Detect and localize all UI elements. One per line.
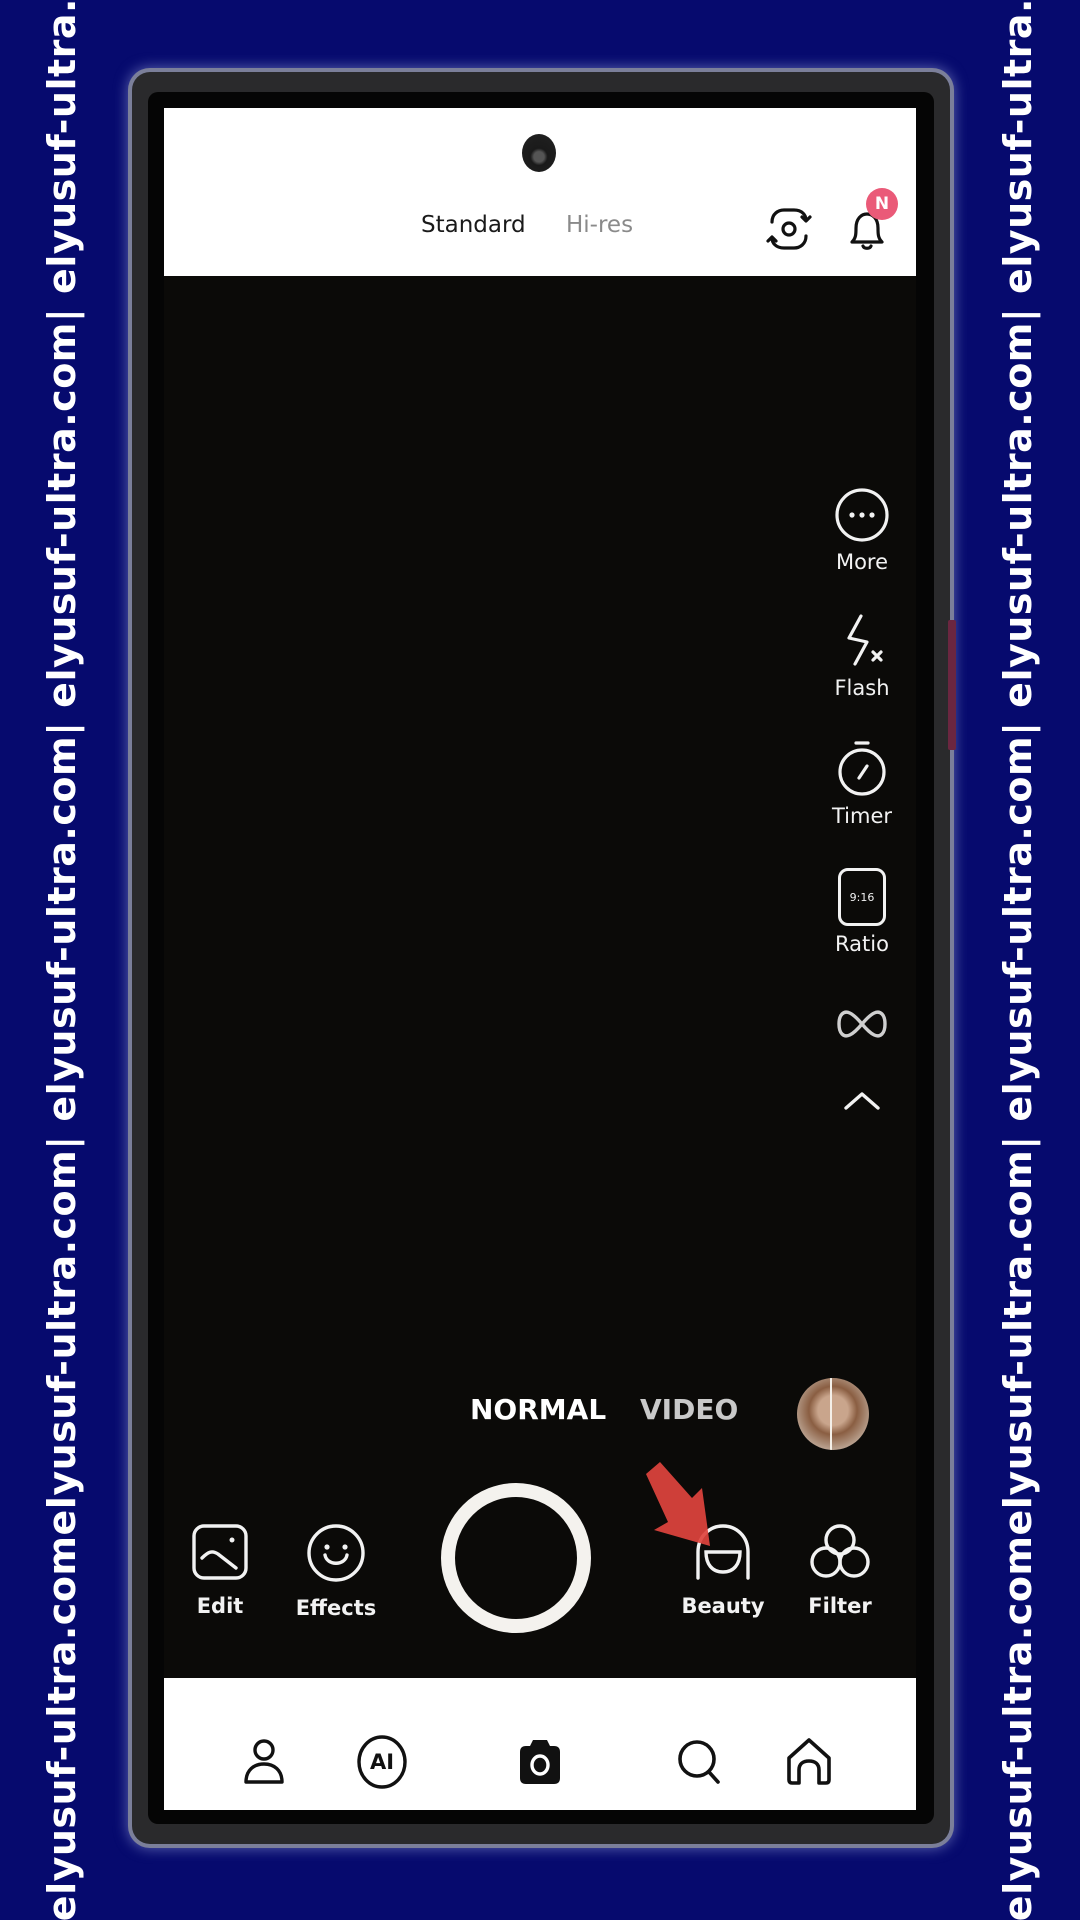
ratio-button[interactable]: 9:16 Ratio bbox=[816, 868, 908, 956]
flip-camera-icon bbox=[766, 208, 812, 250]
timer-label: Timer bbox=[831, 804, 893, 828]
watermark-left: elyusuf-ultra.comelyusuf-ultra.com| elyu… bbox=[22, 0, 102, 1920]
timer-button[interactable]: Timer bbox=[816, 738, 908, 828]
flash-button[interactable]: Flash bbox=[816, 612, 908, 700]
person-icon bbox=[244, 1739, 284, 1784]
filter-icon bbox=[810, 1524, 870, 1578]
edit-image-icon bbox=[192, 1524, 248, 1580]
nav-profile[interactable] bbox=[236, 1734, 292, 1790]
edit-label: Edit bbox=[196, 1594, 244, 1618]
filter-button[interactable]: Filter bbox=[785, 1522, 895, 1618]
more-label: More bbox=[835, 550, 889, 574]
flash-off-icon bbox=[847, 614, 883, 666]
effects-label: Effects bbox=[295, 1596, 377, 1620]
more-button[interactable]: More bbox=[816, 486, 908, 574]
camera-screen: Standard Hi-res N More Flash Timer 9:16 … bbox=[164, 108, 916, 1810]
notification-badge: N bbox=[866, 188, 898, 220]
front-camera-hole bbox=[522, 134, 556, 172]
camera-icon bbox=[520, 1740, 560, 1784]
ratio-value: 9:16 bbox=[849, 890, 875, 904]
more-icon bbox=[835, 488, 889, 542]
shutter-button[interactable] bbox=[441, 1483, 591, 1633]
collapse-controls-button[interactable] bbox=[816, 1088, 908, 1112]
infinity-button[interactable] bbox=[816, 1006, 908, 1042]
flip-camera-button[interactable] bbox=[760, 200, 818, 258]
search-icon bbox=[678, 1740, 720, 1784]
bottom-nav: AI bbox=[164, 1678, 916, 1810]
effects-smiley-icon bbox=[307, 1524, 365, 1582]
chevron-up-icon bbox=[844, 1092, 880, 1110]
filter-label: Filter bbox=[808, 1594, 872, 1618]
watermark-text: elyusuf-ultra.comelyusuf-ultra.com| elyu… bbox=[996, 0, 1040, 1920]
nav-ai[interactable]: AI bbox=[354, 1734, 410, 1790]
nav-search[interactable] bbox=[672, 1734, 728, 1790]
infinity-icon bbox=[837, 1010, 887, 1038]
nav-camera[interactable] bbox=[512, 1734, 568, 1790]
flash-label: Flash bbox=[834, 676, 890, 700]
ai-icon-text: AI bbox=[369, 1750, 395, 1774]
timer-icon bbox=[838, 741, 886, 796]
annotation-arrow bbox=[646, 1462, 710, 1546]
watermark-text: elyusuf-ultra.comelyusuf-ultra.com| elyu… bbox=[40, 0, 84, 1920]
phone-side-button bbox=[948, 620, 956, 750]
edit-button[interactable]: Edit bbox=[165, 1522, 275, 1618]
effects-button[interactable]: Effects bbox=[281, 1522, 391, 1620]
tab-standard[interactable]: Standard bbox=[421, 212, 526, 238]
top-bar: Standard Hi-res N bbox=[164, 108, 916, 276]
mode-normal[interactable]: NORMAL bbox=[470, 1393, 606, 1426]
ratio-icon: 9:16 bbox=[838, 868, 886, 926]
gallery-thumbnail[interactable] bbox=[797, 1378, 869, 1450]
mode-video[interactable]: VIDEO bbox=[640, 1393, 738, 1426]
watermark-right: elyusuf-ultra.comelyusuf-ultra.com| elyu… bbox=[978, 0, 1058, 1920]
beauty-label: Beauty bbox=[681, 1594, 765, 1618]
tab-hi-res[interactable]: Hi-res bbox=[566, 212, 633, 238]
ratio-label: Ratio bbox=[835, 932, 889, 956]
nav-home[interactable] bbox=[781, 1734, 837, 1790]
home-icon bbox=[787, 1738, 831, 1785]
